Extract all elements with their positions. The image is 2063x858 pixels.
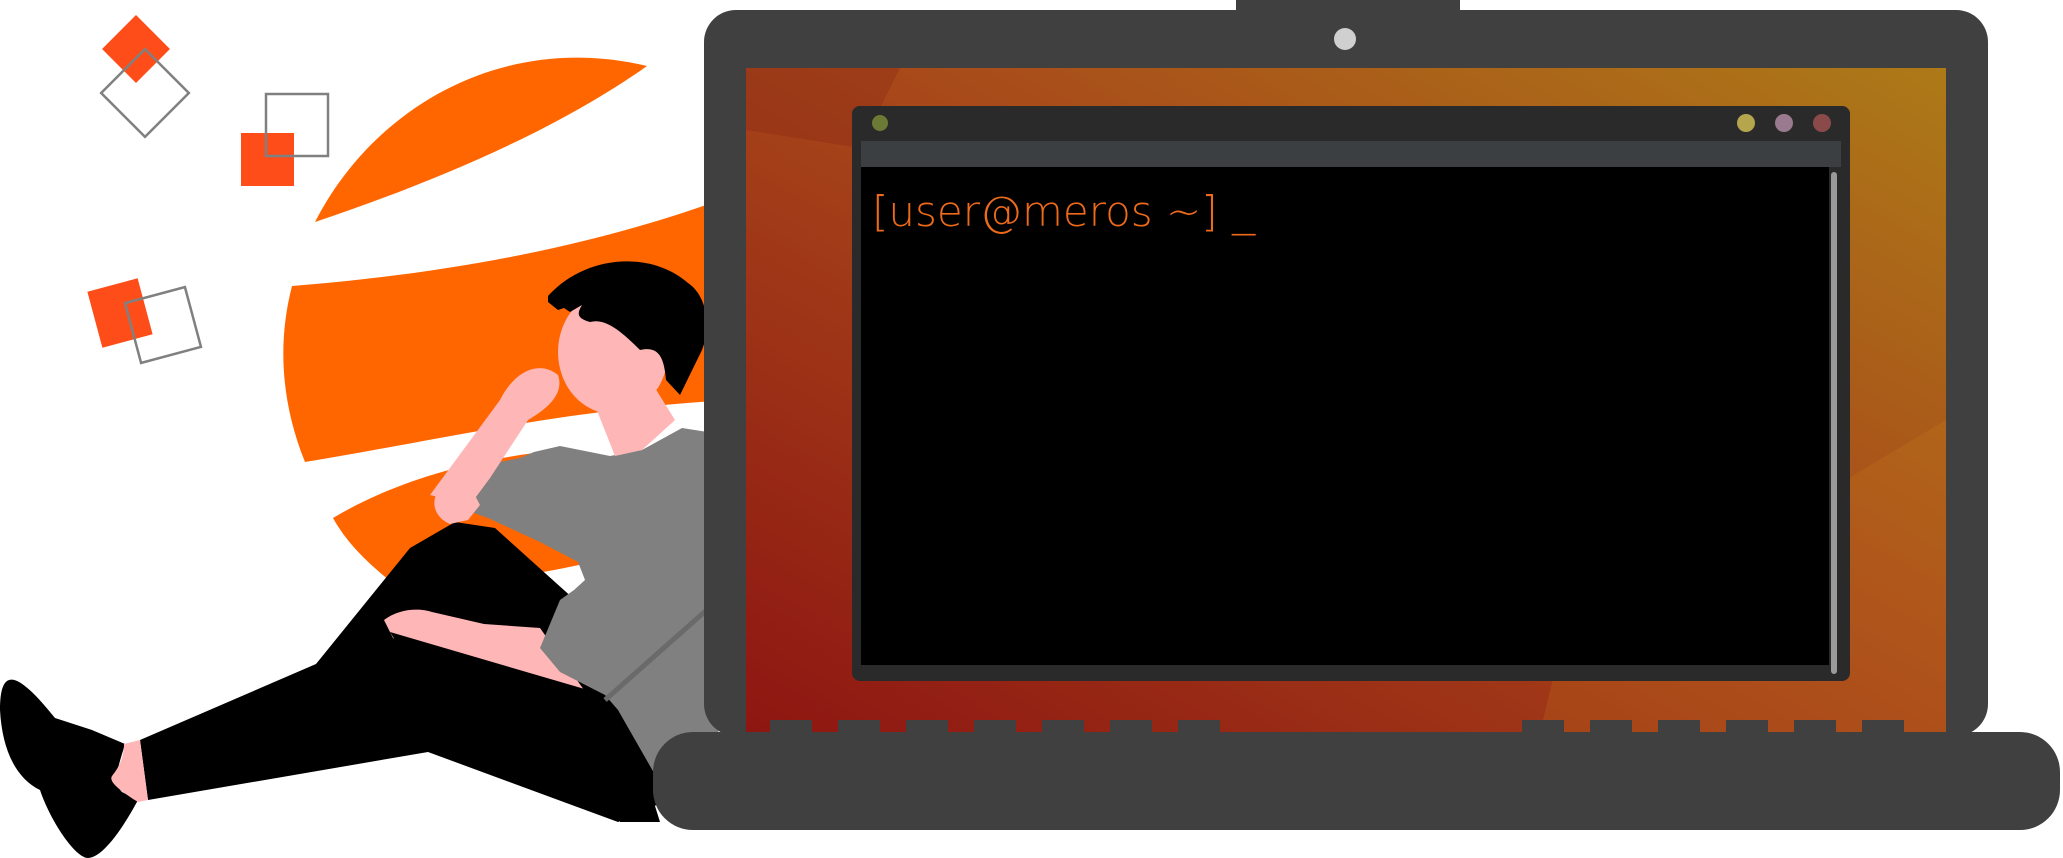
terminal-cursor: _: [1232, 190, 1257, 236]
terminal-screen[interactable]: [861, 167, 1829, 665]
window-menu-icon[interactable]: [872, 115, 888, 131]
ear: [643, 351, 659, 367]
maximize-button-icon[interactable]: [1775, 114, 1793, 132]
hero-illustration: [user@meros ~] _: [0, 0, 2060, 858]
minimize-button-icon[interactable]: [1737, 114, 1755, 132]
terminal-tab-bar: [861, 141, 1841, 167]
square-icon: [87, 278, 153, 348]
square-icon: [102, 15, 170, 83]
camera-housing: [1236, 0, 1460, 12]
terminal-prompt: [user@meros ~]: [872, 187, 1218, 236]
laptop-illustration: [user@meros ~] _: [653, 0, 2060, 830]
terminal-window[interactable]: [user@meros ~] _: [852, 106, 1850, 681]
terminal-titlebar: [852, 106, 1850, 140]
square-icon: [241, 133, 294, 186]
laptop-base: [653, 732, 2060, 830]
close-button-icon[interactable]: [1813, 114, 1831, 132]
webcam-icon: [1334, 28, 1356, 50]
terminal-scrollbar[interactable]: [1831, 172, 1837, 674]
